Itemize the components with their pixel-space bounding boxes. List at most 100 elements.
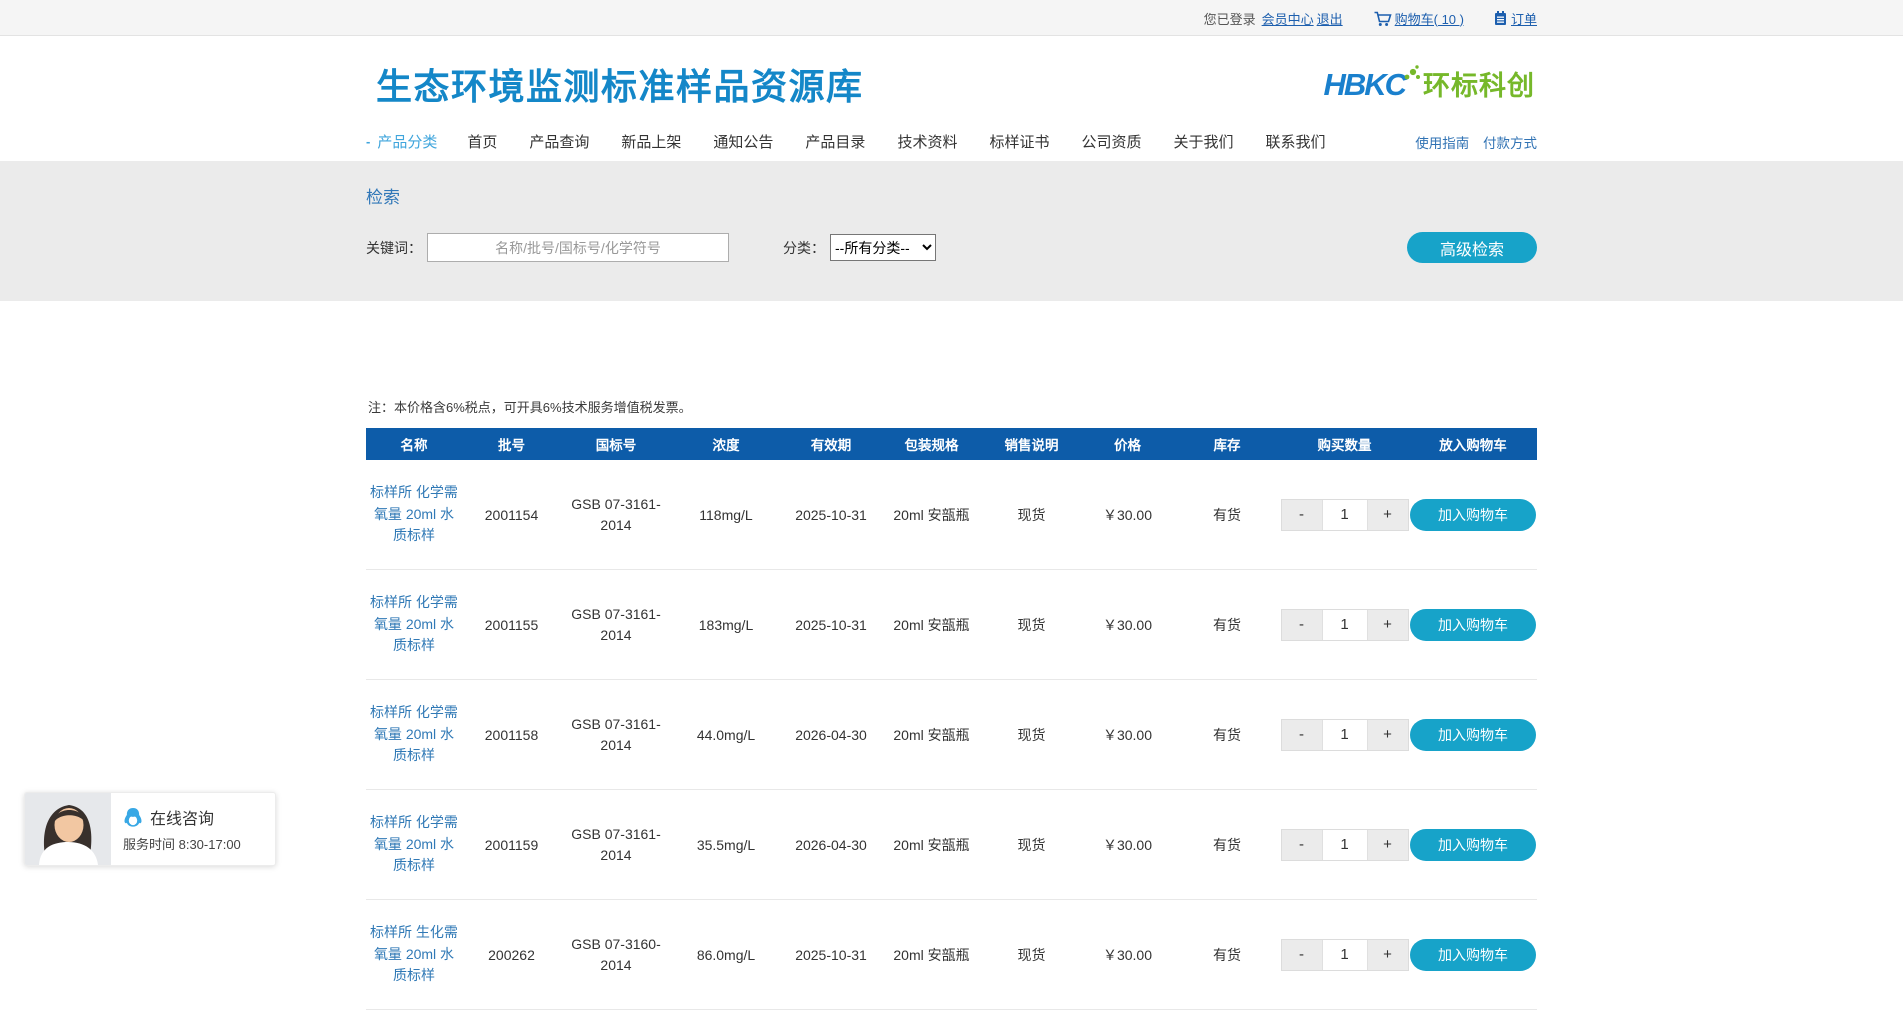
product-table: 名称批号国标号浓度有效期包装规格销售说明价格库存购买数量放入购物车 标样所 化学…	[366, 428, 1537, 1010]
nav-item-9[interactable]: 联系我们	[1266, 134, 1326, 151]
orders-link[interactable]: 订单	[1494, 9, 1537, 28]
qty-plus-button[interactable]: +	[1368, 500, 1408, 530]
gsb-number: GSB 07-3160-2014	[561, 934, 671, 976]
qty-plus-button[interactable]: +	[1368, 940, 1408, 970]
product-row: 标样所 化学需氧量 20ml 水质标样 2001154 GSB 07-3161-…	[366, 460, 1537, 570]
column-header: 库存	[1174, 434, 1280, 454]
product-name-link[interactable]: 标样所 化学需氧量 20ml 水质标样	[367, 812, 461, 877]
brand-dots-icon	[1403, 64, 1421, 86]
gsb-number: GSB 07-3161-2014	[561, 824, 671, 866]
member-center-link[interactable]: 会员中心	[1262, 9, 1314, 28]
nav-item-8[interactable]: 关于我们	[1173, 134, 1233, 151]
category-select[interactable]: --所有分类--	[830, 234, 936, 261]
sale-status: 现货	[982, 615, 1081, 635]
price: ￥30.00	[1081, 725, 1174, 745]
concentration: 44.0mg/L	[671, 727, 781, 743]
column-header: 批号	[462, 434, 561, 454]
price: ￥30.00	[1081, 835, 1174, 855]
qty-plus-button[interactable]: +	[1368, 830, 1408, 860]
qty-value: 1	[1322, 500, 1368, 530]
nav-item-6[interactable]: 标样证书	[989, 134, 1049, 151]
product-row: 标样所 化学需氧量 20ml 水质标样 2001158 GSB 07-3161-…	[366, 680, 1537, 790]
stock-status: 有货	[1174, 505, 1280, 525]
column-header: 销售说明	[982, 434, 1081, 454]
qty-value: 1	[1322, 830, 1368, 860]
batch-number: 2001155	[462, 617, 561, 633]
concentration: 86.0mg/L	[671, 947, 781, 963]
tax-note: 注：本价格含6%税点，可开具6%技术服务增值税发票。	[368, 397, 1537, 416]
expiry-date: 2026-04-30	[781, 837, 881, 853]
header: 生态环境监测标准样品资源库 HBKC 环标科创 - 产品分类 首页 产品查询 新品上…	[0, 36, 1903, 161]
product-row: 标样所 生化需氧量 20ml 水质标样 200262 GSB 07-3160-2…	[366, 900, 1537, 1010]
price: ￥30.00	[1081, 615, 1174, 635]
gsb-number: GSB 07-3161-2014	[561, 714, 671, 756]
qty-minus-button[interactable]: -	[1282, 610, 1322, 640]
add-to-cart-button[interactable]: 加入购物车	[1410, 609, 1536, 641]
gsb-number: GSB 07-3161-2014	[561, 604, 671, 646]
nav-category-bullet: -	[366, 134, 370, 149]
nav-item-7[interactable]: 公司资质	[1081, 134, 1141, 151]
qty-minus-button[interactable]: -	[1282, 720, 1322, 750]
expiry-date: 2025-10-31	[781, 947, 881, 963]
table-header-row: 名称批号国标号浓度有效期包装规格销售说明价格库存购买数量放入购物车	[366, 428, 1537, 460]
advanced-search-button[interactable]: 高级检索	[1407, 232, 1537, 263]
concentration: 118mg/L	[671, 507, 781, 523]
stock-status: 有货	[1174, 615, 1280, 635]
package-spec: 20ml 安瓿瓶	[881, 835, 982, 855]
price: ￥30.00	[1081, 505, 1174, 525]
chat-title: 在线咨询	[150, 805, 214, 829]
product-name-link[interactable]: 标样所 生化需氧量 20ml 水质标样	[367, 922, 461, 987]
nav-item-1[interactable]: 产品查询	[529, 134, 589, 151]
search-title: 检索	[366, 183, 1537, 208]
site-logo-text: 生态环境监测标准样品资源库	[376, 58, 864, 110]
qty-minus-button[interactable]: -	[1282, 830, 1322, 860]
product-name-link[interactable]: 标样所 化学需氧量 20ml 水质标样	[367, 482, 461, 547]
add-to-cart-button[interactable]: 加入购物车	[1410, 719, 1536, 751]
product-row: 标样所 化学需氧量 20ml 水质标样 2001159 GSB 07-3161-…	[366, 790, 1537, 900]
gsb-number: GSB 07-3161-2014	[561, 494, 671, 536]
keyword-input[interactable]	[427, 233, 729, 262]
qty-value: 1	[1322, 940, 1368, 970]
qty-plus-button[interactable]: +	[1368, 720, 1408, 750]
expiry-date: 2025-10-31	[781, 507, 881, 523]
qty-plus-button[interactable]: +	[1368, 610, 1408, 640]
column-header: 放入购物车	[1409, 434, 1537, 454]
sale-status: 现货	[982, 725, 1081, 745]
batch-number: 2001158	[462, 727, 561, 743]
nav-item-0[interactable]: 首页	[467, 134, 497, 151]
cart-icon	[1373, 10, 1392, 27]
column-header: 国标号	[561, 434, 671, 454]
logout-link[interactable]: 退出	[1317, 9, 1343, 28]
column-header: 包装规格	[881, 434, 982, 454]
search-section: 检索 关键词： 分类： --所有分类-- 高级检索	[0, 161, 1903, 301]
brand-logo: HBKC 环标科创	[1323, 64, 1535, 100]
product-list-section: 注：本价格含6%税点，可开具6%技术服务增值税发票。 名称批号国标号浓度有效期包…	[366, 397, 1537, 1010]
nav-item-5[interactable]: 技术资料	[897, 134, 957, 151]
product-name-link[interactable]: 标样所 化学需氧量 20ml 水质标样	[367, 592, 461, 657]
payment-method-link[interactable]: 付款方式	[1483, 136, 1537, 151]
qty-minus-button[interactable]: -	[1282, 500, 1322, 530]
qty-value: 1	[1322, 720, 1368, 750]
batch-number: 2001159	[462, 837, 561, 853]
cart-link[interactable]: 购物车( 10 )	[1373, 9, 1464, 28]
add-to-cart-button[interactable]: 加入购物车	[1410, 829, 1536, 861]
nav-product-category[interactable]: - 产品分类	[366, 131, 437, 152]
sale-status: 现货	[982, 505, 1081, 525]
qty-minus-button[interactable]: -	[1282, 940, 1322, 970]
main-nav: - 产品分类 首页 产品查询 新品上架 通知公告 产品目录 技术资料 标样证书 公司资质 关于我…	[366, 122, 1537, 161]
brand-abbr-text: HBKC	[1323, 69, 1405, 100]
add-to-cart-button[interactable]: 加入购物车	[1410, 499, 1536, 531]
usage-guide-link[interactable]: 使用指南	[1415, 136, 1469, 151]
product-name-link[interactable]: 标样所 化学需氧量 20ml 水质标样	[367, 702, 461, 767]
expiry-date: 2026-04-30	[781, 727, 881, 743]
nav-item-3[interactable]: 通知公告	[713, 134, 773, 151]
chat-widget[interactable]: 在线咨询 服务时间 8:30-17:00	[24, 792, 276, 866]
orders-link-label: 订单	[1511, 9, 1537, 28]
add-to-cart-button[interactable]: 加入购物车	[1410, 939, 1536, 971]
column-header: 购买数量	[1280, 434, 1409, 454]
cart-link-label: 购物车( 10 )	[1395, 9, 1464, 28]
nav-item-2[interactable]: 新品上架	[621, 134, 681, 151]
qty-value: 1	[1322, 610, 1368, 640]
quantity-stepper: - 1 +	[1281, 829, 1409, 861]
nav-item-4[interactable]: 产品目录	[805, 134, 865, 151]
